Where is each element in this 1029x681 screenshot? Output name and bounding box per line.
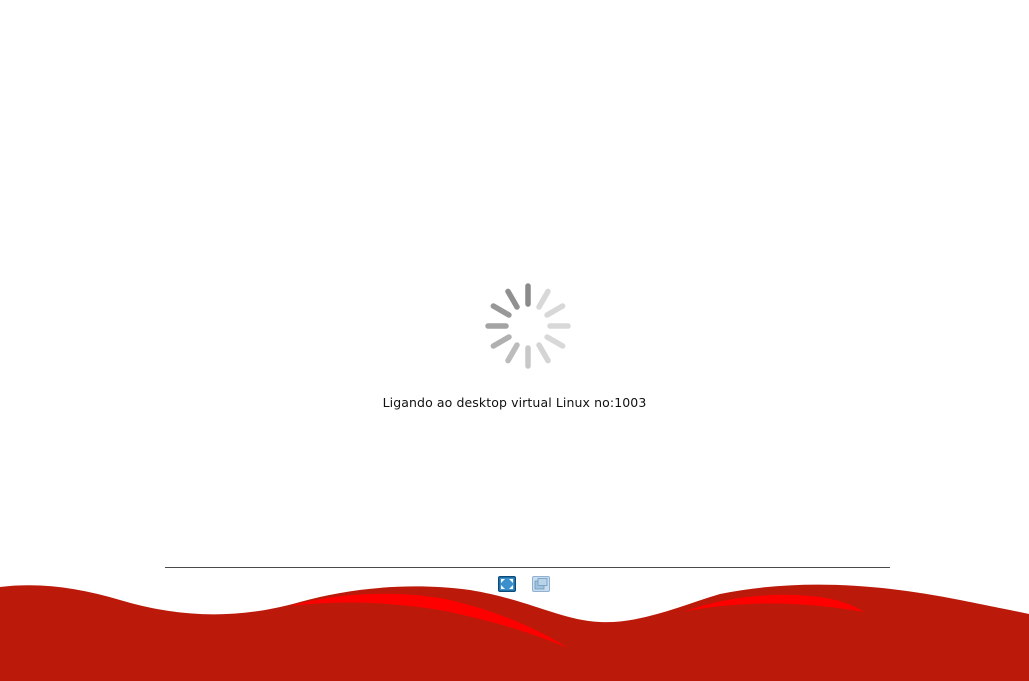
- spinner-spoke: [505, 288, 520, 310]
- restore-window-icon: [532, 576, 550, 592]
- loading-spinner-icon: [485, 283, 571, 369]
- wave-dark-band: [0, 584, 1029, 681]
- fullscreen-button[interactable]: [498, 576, 516, 592]
- spinner-spoke: [505, 342, 520, 364]
- spinner-spoke: [536, 288, 551, 310]
- spinner-spoke: [490, 334, 512, 349]
- spinner-spoke: [490, 303, 512, 318]
- spinner-spoke: [544, 334, 566, 349]
- connection-screen: Ligando ao desktop virtual Linux no:1003: [0, 0, 1029, 681]
- connection-status-text: Ligando ao desktop virtual Linux no:1003: [382, 395, 647, 410]
- spinner-spoke: [536, 342, 551, 364]
- spinner-spoke: [544, 303, 566, 318]
- window-mode-button[interactable]: [532, 576, 550, 592]
- fullscreen-icon: [498, 576, 516, 592]
